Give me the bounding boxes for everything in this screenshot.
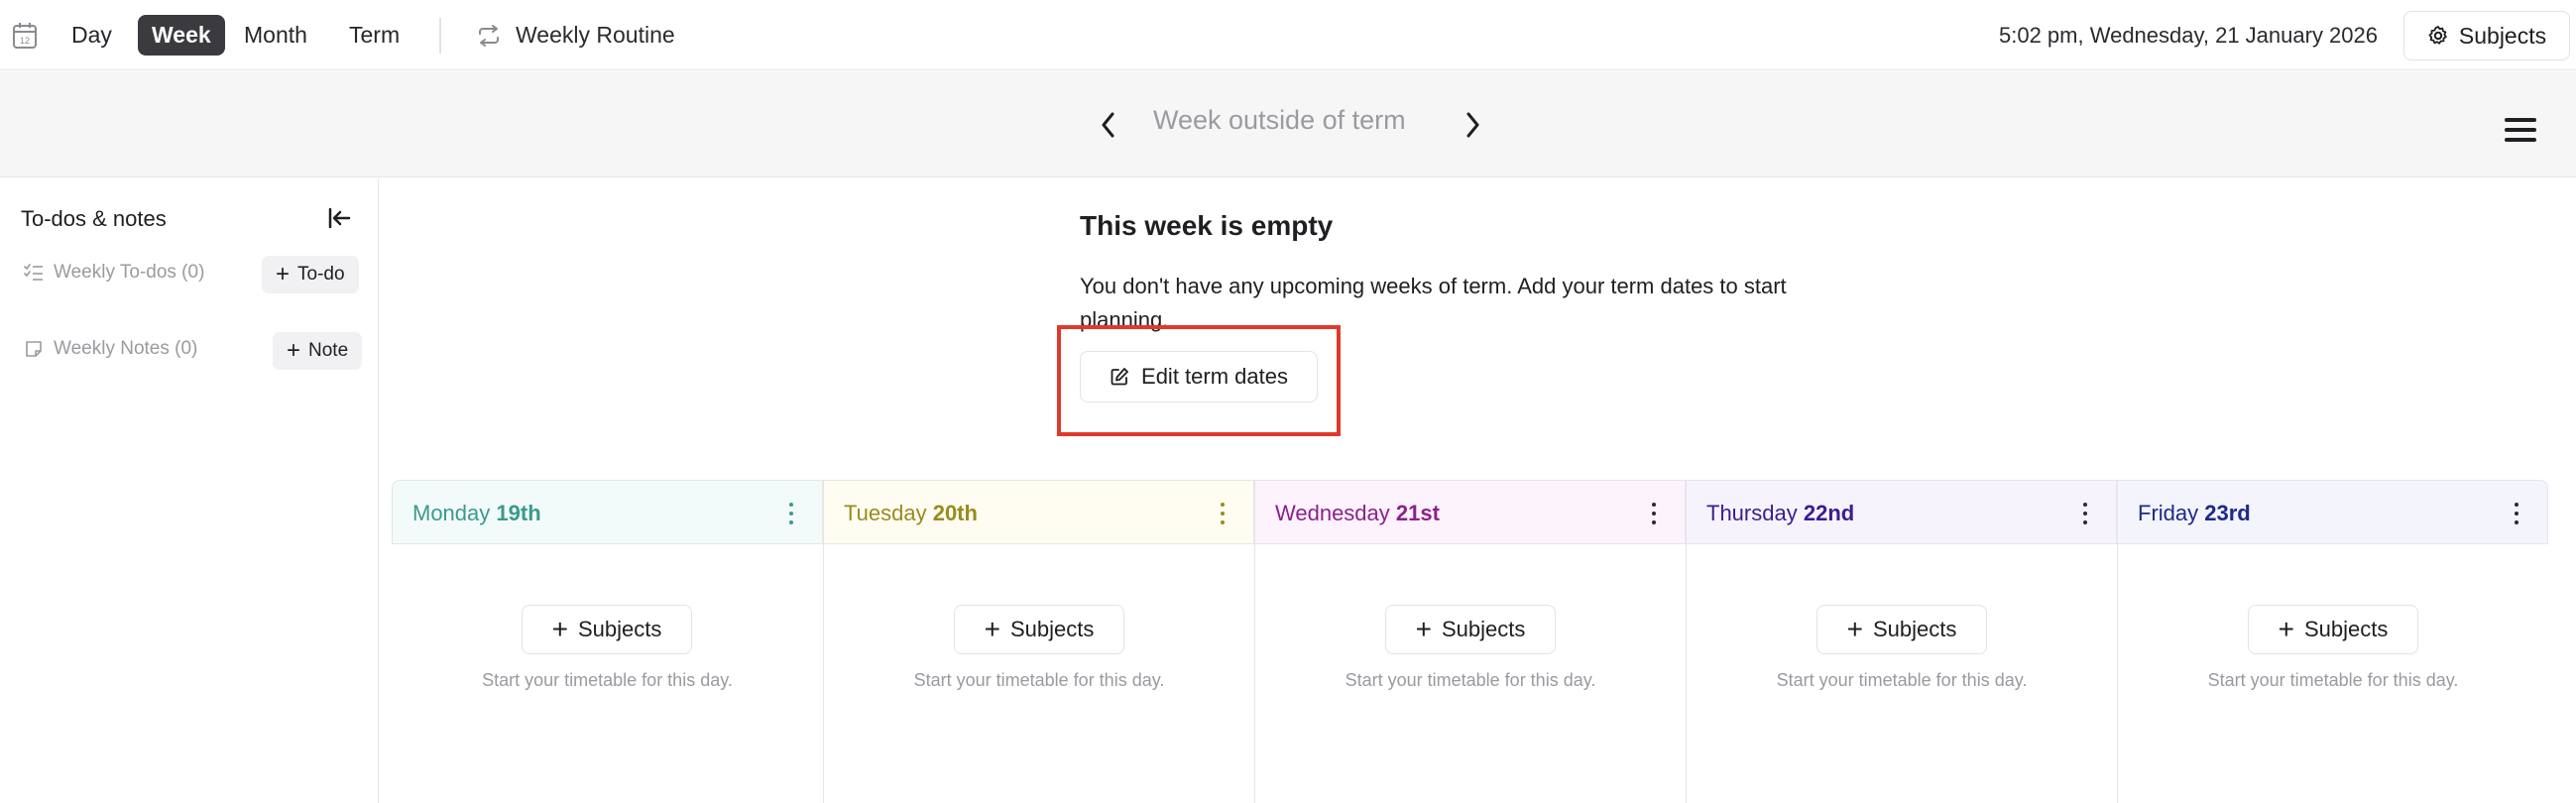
weekly-todos-row: Weekly To-dos (0) <box>24 262 204 284</box>
edit-term-dates-button[interactable]: Edit term dates <box>1080 351 1318 402</box>
week-header: Week outside of term <box>0 71 2576 177</box>
more-vertical-icon[interactable] <box>2082 501 2088 526</box>
week-title: Week outside of term <box>1153 105 1406 135</box>
calendar-icon[interactable]: 12 <box>12 22 38 50</box>
menu-icon[interactable] <box>2505 118 2538 144</box>
week-days: Monday 19th + Subjects Start your timetab… <box>392 480 2548 803</box>
more-vertical-icon[interactable] <box>1220 501 1226 526</box>
gear-icon <box>2428 26 2447 45</box>
add-subjects-label: Subjects <box>1009 617 1095 641</box>
add-subjects-button[interactable]: + Subjects <box>954 605 1124 654</box>
divider <box>439 18 441 54</box>
repeat-icon <box>479 24 499 47</box>
day-date: 23rd <box>2204 501 2251 525</box>
empty-week-title: This week is empty <box>1080 210 1334 241</box>
day-hint: Start your timetable for this day. <box>482 670 733 690</box>
add-subjects-label: Subjects <box>577 617 662 641</box>
day-hint: Start your timetable for this day. <box>913 670 1165 690</box>
top-bar: 12 Day Week Month Term Weekly Routine 5:… <box>0 0 2576 70</box>
day-name: Thursday <box>1706 501 1798 525</box>
add-todo-label: To-do <box>297 264 345 285</box>
add-subjects-button[interactable]: + Subjects <box>1816 605 1987 654</box>
day-header: Friday 23rd <box>2118 480 2548 544</box>
day-name: Monday <box>412 501 491 525</box>
day-name: Tuesday <box>844 501 927 525</box>
weekly-todos-label: Weekly To-dos (0) <box>54 262 205 283</box>
subjects-button[interactable]: Subjects <box>2403 11 2570 60</box>
day-date: 19th <box>496 501 541 525</box>
collapse-sidebar-icon[interactable] <box>327 206 353 230</box>
more-vertical-icon[interactable] <box>788 501 794 526</box>
edit-icon <box>1111 368 1128 386</box>
tab-month[interactable]: Month <box>230 15 321 56</box>
day-hint: Start your timetable for this day. <box>1345 670 1596 690</box>
weekly-routine-button[interactable]: Weekly Routine <box>476 15 675 56</box>
day-header: Wednesday 21st <box>1255 480 1686 544</box>
add-subjects-label: Subjects <box>2303 617 2389 641</box>
plus-icon: + <box>984 614 1000 644</box>
sidebar-title: To-dos & notes <box>21 206 167 231</box>
day-column: Thursday 22nd + Subjects Start your timet… <box>1686 480 2117 803</box>
day-name: Wednesday <box>1275 501 1390 525</box>
tab-term[interactable]: Term <box>335 15 413 56</box>
day-header: Tuesday 20th <box>824 480 1254 544</box>
edit-term-dates-label: Edit term dates <box>1141 364 1288 389</box>
plus-icon: + <box>287 337 301 364</box>
tab-week[interactable]: Week <box>138 15 225 56</box>
plus-icon: + <box>2278 614 2294 644</box>
day-label: Friday 23rd <box>2138 501 2251 526</box>
day-label: Wednesday 21st <box>1275 501 1440 526</box>
day-label: Thursday 22nd <box>1706 501 1854 526</box>
day-date: 22nd <box>1803 501 1855 525</box>
day-hint: Start your timetable for this day. <box>2207 670 2459 690</box>
day-date: 20th <box>932 501 978 525</box>
weekly-notes-row: Weekly Notes (0) <box>24 338 197 360</box>
current-datetime: 5:02 pm, Wednesday, 21 January 2026 <box>1999 23 2378 48</box>
add-subjects-label: Subjects <box>1441 617 1526 641</box>
day-label: Tuesday 20th <box>844 501 978 526</box>
chevron-right-icon[interactable] <box>1460 109 1485 141</box>
day-column: Monday 19th + Subjects Start your timetab… <box>392 480 823 803</box>
day-column: Tuesday 20th + Subjects Start your timeta… <box>823 480 1254 803</box>
calendar-icon-day: 12 <box>20 36 30 46</box>
note-icon <box>26 341 42 357</box>
plus-icon: + <box>1415 614 1432 644</box>
plus-icon: + <box>1846 614 1863 644</box>
day-header: Thursday 22nd <box>1687 480 2117 544</box>
day-hint: Start your timetable for this day. <box>1776 670 2028 690</box>
more-vertical-icon[interactable] <box>1651 501 1657 526</box>
add-todo-button[interactable]: + To-do <box>262 256 359 293</box>
empty-week-message: You don't have any upcoming weeks of ter… <box>1080 274 1787 332</box>
checklist-icon <box>24 264 43 281</box>
day-label: Monday 19th <box>412 501 541 526</box>
day-column: Wednesday 21st + Subjects Start your time… <box>1254 480 1686 803</box>
add-subjects-button[interactable]: + Subjects <box>522 605 692 654</box>
more-vertical-icon[interactable] <box>2514 501 2519 526</box>
weekly-notes-label: Weekly Notes (0) <box>54 338 198 359</box>
add-subjects-button[interactable]: + Subjects <box>1385 605 1556 654</box>
add-note-label: Note <box>308 340 349 361</box>
day-date: 21st <box>1395 501 1440 525</box>
plus-icon: + <box>551 614 568 644</box>
weekly-routine-label: Weekly Routine <box>516 22 675 48</box>
chevron-left-icon[interactable] <box>1096 109 1121 141</box>
day-column: Friday 23rd + Subjects Start your timetab… <box>2117 480 2548 803</box>
add-subjects-button[interactable]: + Subjects <box>2248 605 2418 654</box>
tab-day[interactable]: Day <box>58 15 126 56</box>
add-subjects-label: Subjects <box>1872 617 1957 641</box>
day-header: Monday 19th <box>392 480 823 544</box>
todos-notes-sidebar: To-dos & notes Weekly To-dos (0) + To-do… <box>0 178 379 803</box>
plus-icon: + <box>276 261 291 287</box>
add-note-button[interactable]: + Note <box>273 332 363 370</box>
subjects-button-label: Subjects <box>2458 22 2547 49</box>
day-name: Friday <box>2138 501 2199 525</box>
